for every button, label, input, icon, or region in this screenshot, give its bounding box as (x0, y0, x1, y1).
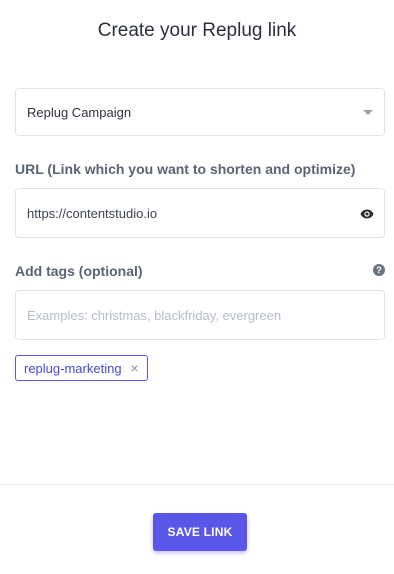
tags-input[interactable]: Examples: christmas, blackfriday, evergr… (15, 290, 385, 340)
tags-label: Add tags (optional) (15, 263, 143, 279)
url-label: URL (Link which you want to shorten and … (15, 161, 356, 177)
dialog-title: Create your Replug link (97, 20, 297, 41)
tag-chip: replug-marketing × (15, 355, 148, 381)
tag-chip-label: replug-marketing (24, 360, 122, 376)
question-circle-icon[interactable]: ? (373, 264, 385, 276)
campaign-select-value: Replug Campaign (27, 104, 132, 120)
close-icon[interactable]: × (131, 361, 139, 375)
url-input-value: https://contentstudio.io (27, 205, 158, 221)
campaign-select[interactable]: Replug Campaign (15, 88, 385, 136)
url-input[interactable]: https://contentstudio.io (15, 188, 385, 238)
footer-divider (0, 484, 394, 485)
eye-icon[interactable] (360, 208, 374, 220)
create-link-dialog: Create your Replug link Replug Campaign … (0, 0, 394, 574)
save-link-button[interactable]: SAVE LINK (153, 513, 247, 551)
chevron-down-icon (363, 110, 373, 115)
tags-input-placeholder: Examples: christmas, blackfriday, evergr… (27, 307, 282, 323)
